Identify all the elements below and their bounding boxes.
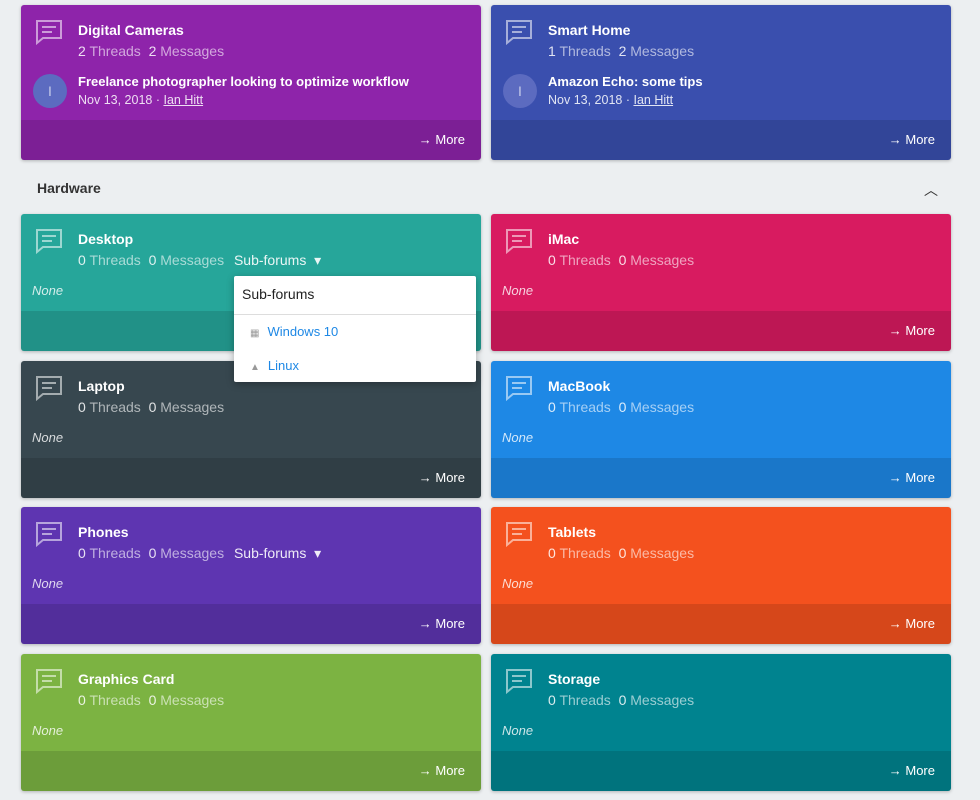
card-footer bbox=[491, 604, 951, 644]
forum-card[interactable]: Graphics Card 0 Threads 0 Messages None →… bbox=[21, 654, 481, 791]
forum-icon bbox=[35, 19, 63, 46]
forum-icon bbox=[505, 228, 533, 255]
forum-title[interactable]: MacBook bbox=[548, 378, 610, 394]
forum-title[interactable]: iMac bbox=[548, 231, 579, 247]
no-posts-label: None bbox=[32, 283, 64, 298]
forum-title[interactable]: Smart Home bbox=[548, 22, 630, 38]
forum-stats: 0 Threads 0 Messages bbox=[548, 399, 695, 415]
card-footer bbox=[21, 604, 481, 644]
card-footer bbox=[491, 120, 951, 160]
arrow-right-icon: → bbox=[418, 132, 432, 147]
forum-card[interactable]: Smart Home 1 Threads 2 Messages I Amazon … bbox=[491, 5, 951, 160]
more-button[interactable]: → More bbox=[419, 132, 465, 147]
avatar[interactable]: I bbox=[33, 74, 67, 108]
forum-stats: 1 Threads 2 Messages bbox=[548, 43, 695, 59]
no-posts-label: None bbox=[502, 576, 534, 591]
latest-post-title[interactable]: Amazon Echo: some tips bbox=[548, 74, 703, 89]
forum-stats: 0 Threads 0 Messages bbox=[548, 252, 695, 268]
forum-card[interactable]: Digital Cameras 2 Threads 2 Messages I Fr… bbox=[21, 5, 481, 160]
forum-title[interactable]: Phones bbox=[78, 524, 129, 540]
dropdown-title: Sub-forums bbox=[234, 276, 476, 315]
author-link[interactable]: Ian Hitt bbox=[163, 93, 203, 107]
forum-title[interactable]: Storage bbox=[548, 671, 600, 687]
arrow-right-icon: → bbox=[888, 132, 902, 147]
forum-icon bbox=[35, 521, 63, 548]
latest-post-title[interactable]: Freelance photographer looking to optimi… bbox=[78, 74, 409, 89]
forum-title[interactable]: Graphics Card bbox=[78, 671, 174, 687]
forum-title[interactable]: Laptop bbox=[78, 378, 125, 394]
more-button[interactable]: → More bbox=[419, 763, 465, 778]
subforums-dropdown: Sub-forums ▦ Windows 10 ▲ Linux bbox=[234, 276, 476, 382]
forum-title[interactable]: Digital Cameras bbox=[78, 22, 184, 38]
forum-icon bbox=[505, 19, 533, 46]
more-button[interactable]: → More bbox=[889, 616, 935, 631]
more-button[interactable]: → More bbox=[419, 470, 465, 485]
forum-title[interactable]: Tablets bbox=[548, 524, 596, 540]
forum-stats: 0 Threads 0 Messages bbox=[78, 692, 225, 708]
card-footer bbox=[491, 458, 951, 498]
no-posts-label: None bbox=[32, 723, 64, 738]
forum-icon bbox=[505, 668, 533, 695]
subforum-windows-10[interactable]: ▦ Windows 10 bbox=[234, 315, 476, 349]
no-posts-label: None bbox=[502, 430, 534, 445]
card-footer bbox=[21, 120, 481, 160]
latest-post-meta: Nov 13, 2018 · Ian Hitt bbox=[78, 93, 204, 107]
forum-stats: 0 Threads 0 Messages bbox=[548, 545, 695, 561]
forum-icon bbox=[35, 228, 63, 255]
arrow-right-icon: → bbox=[418, 616, 432, 631]
avatar[interactable]: I bbox=[503, 74, 537, 108]
more-button[interactable]: → More bbox=[889, 763, 935, 778]
more-button[interactable]: → More bbox=[889, 470, 935, 485]
latest-post-meta: Nov 13, 2018 · Ian Hitt bbox=[548, 93, 674, 107]
forum-stats: 2 Threads 2 Messages bbox=[78, 43, 225, 59]
forum-card[interactable]: iMac 0 Threads 0 Messages None → More bbox=[491, 214, 951, 351]
forum-card[interactable]: MacBook 0 Threads 0 Messages None → More bbox=[491, 361, 951, 498]
forum-stats: 0 Threads 0 Messages Sub-forums ▾ bbox=[78, 252, 322, 268]
card-footer bbox=[491, 311, 951, 351]
linux-icon: ▲ bbox=[250, 362, 260, 373]
no-posts-label: None bbox=[32, 576, 64, 591]
more-button[interactable]: → More bbox=[419, 616, 465, 631]
forum-icon bbox=[35, 668, 63, 695]
windows-icon: ▦ bbox=[250, 328, 260, 339]
forum-stats: 0 Threads 0 Messages Sub-forums ▾ bbox=[78, 545, 322, 561]
forum-stats: 0 Threads 0 Messages bbox=[548, 692, 695, 708]
arrow-right-icon: → bbox=[888, 763, 902, 778]
more-button[interactable]: → More bbox=[889, 323, 935, 338]
forum-icon bbox=[35, 375, 63, 402]
forum-card[interactable]: Phones 0 Threads 0 Messages Sub-forums ▾… bbox=[21, 507, 481, 644]
no-posts-label: None bbox=[502, 283, 534, 298]
forum-icon bbox=[505, 521, 533, 548]
arrow-right-icon: → bbox=[888, 470, 902, 485]
forum-title[interactable]: Desktop bbox=[78, 231, 133, 247]
author-link[interactable]: Ian Hitt bbox=[633, 93, 673, 107]
section-title: Hardware bbox=[37, 180, 101, 196]
card-footer bbox=[491, 751, 951, 791]
forum-icon bbox=[505, 375, 533, 402]
subforums-toggle[interactable]: Sub-forums ▾ bbox=[234, 545, 321, 561]
arrow-right-icon: → bbox=[418, 763, 432, 778]
forum-card[interactable]: Tablets 0 Threads 0 Messages None → More bbox=[491, 507, 951, 644]
chevron-up-icon[interactable]: ︿ bbox=[924, 180, 938, 200]
forum-stats: 0 Threads 0 Messages bbox=[78, 399, 225, 415]
forum-card[interactable]: Storage 0 Threads 0 Messages None → More bbox=[491, 654, 951, 791]
card-footer bbox=[21, 458, 481, 498]
no-posts-label: None bbox=[502, 723, 534, 738]
card-footer bbox=[21, 751, 481, 791]
more-button[interactable]: → More bbox=[889, 132, 935, 147]
subforums-toggle[interactable]: Sub-forums ▾ bbox=[234, 252, 321, 268]
arrow-right-icon: → bbox=[418, 470, 432, 485]
arrow-right-icon: → bbox=[888, 323, 902, 338]
no-posts-label: None bbox=[32, 430, 64, 445]
subforum-linux[interactable]: ▲ Linux bbox=[234, 349, 476, 383]
arrow-right-icon: → bbox=[888, 616, 902, 631]
